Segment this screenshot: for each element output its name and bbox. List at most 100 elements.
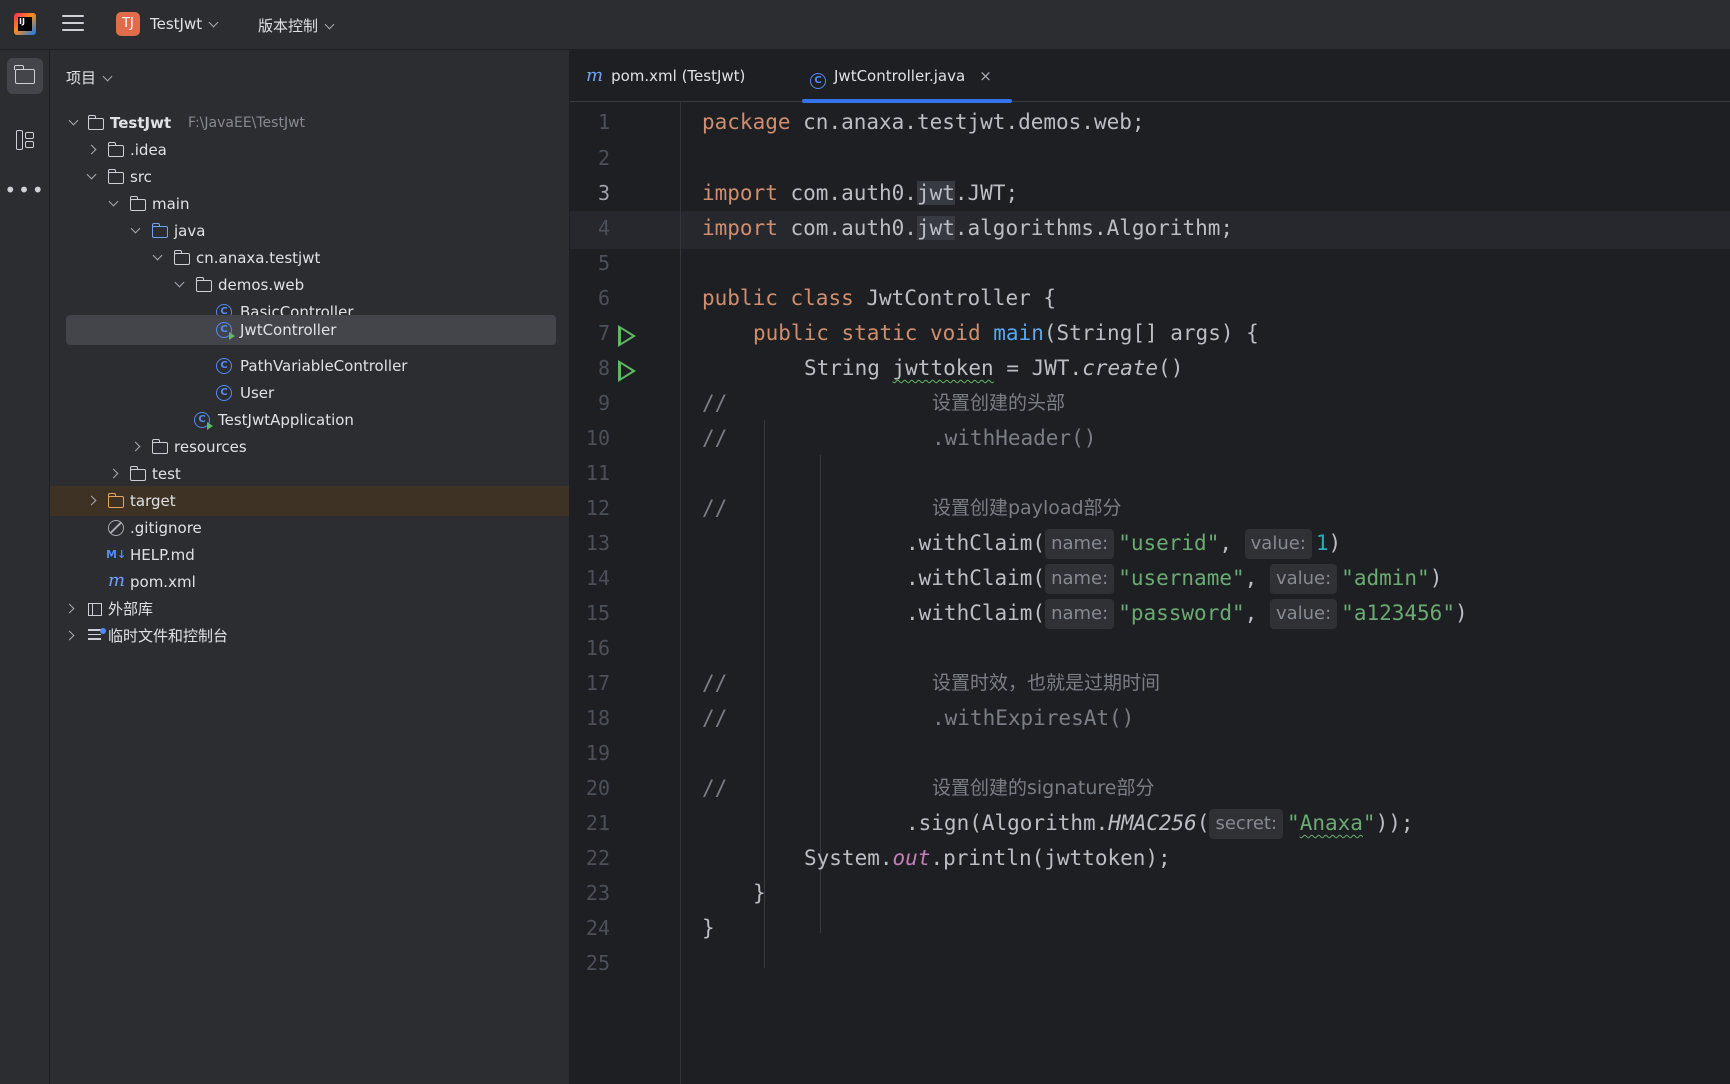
code-text: .algorithms.Algorithm; bbox=[954, 216, 1234, 240]
code-line-20[interactable]: // 设置创建的signature部分 bbox=[702, 769, 1155, 807]
expand-arrow-icon[interactable] bbox=[152, 250, 163, 261]
expand-arrow-icon[interactable] bbox=[108, 468, 119, 479]
expand-arrow-icon[interactable] bbox=[108, 196, 119, 207]
expand-arrow-icon[interactable] bbox=[86, 169, 97, 180]
code-line-9[interactable]: // 设置创建的头部 bbox=[702, 384, 1065, 422]
tree-item-help-md[interactable]: M↓ HELP.md bbox=[50, 540, 569, 570]
tree-item-test[interactable]: test bbox=[50, 459, 569, 489]
tab-pom-xml[interactable]: m pom.xml (TestJwt) bbox=[586, 50, 745, 102]
code-line-21[interactable]: .sign(Algorithm.HMAC256(secret: "Anaxa"))… bbox=[906, 804, 1414, 842]
tree-item-testjwtapplication[interactable]: C TestJwtApplication bbox=[50, 405, 569, 435]
tree-item-label: demos.web bbox=[218, 276, 305, 294]
code-line-23[interactable]: } bbox=[753, 874, 766, 912]
code-line-13[interactable]: .withClaim(name: "userid", value: 1) bbox=[906, 524, 1341, 562]
code-line-6[interactable]: public class JwtController { bbox=[702, 279, 1056, 317]
code-text: com.auth0. bbox=[777, 216, 917, 240]
more-icon: ••• bbox=[4, 178, 46, 202]
code-line-22[interactable]: System.out.println(jwttoken); bbox=[804, 839, 1171, 877]
code-text: String bbox=[804, 356, 893, 380]
code-text: )); bbox=[1375, 811, 1414, 835]
code-line-4[interactable]: import com.auth0.jwt.algorithms.Algorith… bbox=[702, 209, 1233, 247]
keyword: void bbox=[930, 321, 981, 345]
keyword: import bbox=[702, 216, 778, 240]
line-number: 25 bbox=[585, 951, 610, 975]
tree-item-resources[interactable]: resources bbox=[50, 432, 569, 462]
code-text: .withClaim( bbox=[906, 566, 1046, 590]
project-switcher[interactable]: TestJwt bbox=[150, 15, 219, 33]
tree-item-pom-xml[interactable]: m pom.xml bbox=[50, 567, 569, 597]
close-icon[interactable]: × bbox=[979, 67, 992, 85]
tree-item-cn-anaxa-testjwt[interactable]: cn.anaxa.testjwt bbox=[50, 243, 569, 273]
code-line-1[interactable]: package cn.anaxa.testjwt.demos.web; bbox=[702, 103, 1145, 141]
code-line-17[interactable]: // 设置时效，也就是过期时间 bbox=[702, 664, 1160, 702]
tree-item-idea[interactable]: .idea bbox=[50, 135, 569, 165]
expand-arrow-icon[interactable] bbox=[130, 441, 141, 452]
scratch-icon bbox=[88, 628, 106, 643]
code-text: .JWT; bbox=[954, 181, 1019, 205]
code-line-14[interactable]: .withClaim(name: "username", value: "admin… bbox=[906, 559, 1442, 597]
main-menu-icon[interactable] bbox=[62, 15, 84, 35]
panel-title-label: 项目 bbox=[66, 69, 97, 87]
tree-item-label: java bbox=[174, 222, 206, 240]
tree-item-testjwt[interactable]: TestJwt F:\JavaEE\TestJwt bbox=[50, 108, 569, 138]
more-tools-button[interactable]: ••• bbox=[4, 172, 46, 208]
folder-icon bbox=[107, 142, 124, 157]
expand-arrow-icon[interactable] bbox=[86, 144, 97, 155]
keyword: class bbox=[790, 286, 854, 310]
run-main-gutter-icon[interactable] bbox=[618, 360, 636, 382]
tree-item-gitignore[interactable]: .gitignore bbox=[50, 513, 569, 543]
expand-arrow-icon[interactable] bbox=[64, 630, 75, 641]
parameter-hint: secret: bbox=[1209, 809, 1284, 839]
expand-arrow-icon[interactable] bbox=[130, 223, 141, 234]
tree-item-java[interactable]: java bbox=[50, 216, 569, 246]
logo-text: IJ bbox=[18, 17, 32, 31]
run-class-gutter-icon[interactable] bbox=[618, 325, 636, 347]
project-panel-title[interactable]: 项目 bbox=[66, 67, 113, 88]
static-field: out bbox=[892, 846, 931, 870]
string-literal: "password" bbox=[1118, 601, 1245, 625]
tree-item-pathvariablecontroller[interactable]: C PathVariableController bbox=[50, 351, 569, 381]
tree-item-jwtcontroller[interactable]: C JwtController bbox=[66, 315, 556, 345]
expand-arrow-icon[interactable] bbox=[174, 277, 185, 288]
project-badge[interactable]: TJ bbox=[116, 12, 140, 36]
keyword: package bbox=[702, 110, 791, 134]
code-line-15[interactable]: .withClaim(name: "password", value: "a1234… bbox=[906, 594, 1468, 632]
line-number: 6 bbox=[597, 286, 610, 310]
tree-item-demos-web[interactable]: demos.web bbox=[50, 270, 569, 300]
expand-arrow-icon[interactable] bbox=[68, 115, 79, 126]
vcs-menu[interactable]: 版本控制 bbox=[258, 15, 335, 36]
tree-item-external-libraries[interactable]: 外部库 bbox=[50, 594, 569, 624]
code-line-7[interactable]: public static void main(String[] args) { bbox=[753, 314, 1259, 352]
code-text: ( bbox=[1196, 811, 1210, 835]
tree-item-scratches[interactable]: 临时文件和控制台 bbox=[50, 621, 569, 651]
tree-item-src[interactable]: src bbox=[50, 162, 569, 192]
maven-icon: m bbox=[108, 570, 126, 591]
tree-item-user[interactable]: C User bbox=[50, 378, 569, 408]
code-line-10[interactable]: // .withHeader() bbox=[702, 419, 1096, 457]
comment-marker: // bbox=[702, 496, 728, 520]
tree-item-main[interactable]: main bbox=[50, 189, 569, 219]
chevron-down-icon bbox=[102, 71, 113, 82]
code-text: .println(jwttoken); bbox=[930, 846, 1171, 870]
code-line-3[interactable]: import com.auth0.jwt.JWT; bbox=[702, 174, 1018, 212]
expand-arrow-icon[interactable] bbox=[86, 495, 97, 506]
code-text: = JWT. bbox=[993, 356, 1083, 380]
tree-item-label: src bbox=[130, 168, 152, 186]
comment-text: 设置时效，也就是过期时间 bbox=[932, 672, 1161, 694]
code-line-8[interactable]: String jwttoken = JWT.create() bbox=[804, 349, 1183, 387]
structure-tool-button[interactable] bbox=[7, 122, 43, 158]
code-line-24[interactable]: } bbox=[702, 909, 715, 947]
parameter-hint: name: bbox=[1045, 564, 1115, 594]
string-literal: "a123456" bbox=[1341, 601, 1455, 625]
code-line-18[interactable]: // .withExpiresAt() bbox=[702, 699, 1134, 737]
expand-arrow-icon[interactable] bbox=[64, 603, 75, 614]
code-text: .withClaim( bbox=[906, 601, 1046, 625]
line-number: 9 bbox=[597, 391, 610, 415]
intellij-logo-icon[interactable]: IJ bbox=[14, 13, 36, 35]
tree-item-target[interactable]: target bbox=[50, 486, 569, 516]
project-path: F:\JavaEE\TestJwt bbox=[188, 115, 306, 131]
tab-jwtcontroller[interactable]: C JwtController.java × bbox=[802, 50, 1012, 103]
project-tool-button[interactable] bbox=[7, 58, 43, 94]
comment-marker: // bbox=[702, 776, 728, 800]
code-line-12[interactable]: // 设置创建payload部分 bbox=[702, 489, 1122, 527]
